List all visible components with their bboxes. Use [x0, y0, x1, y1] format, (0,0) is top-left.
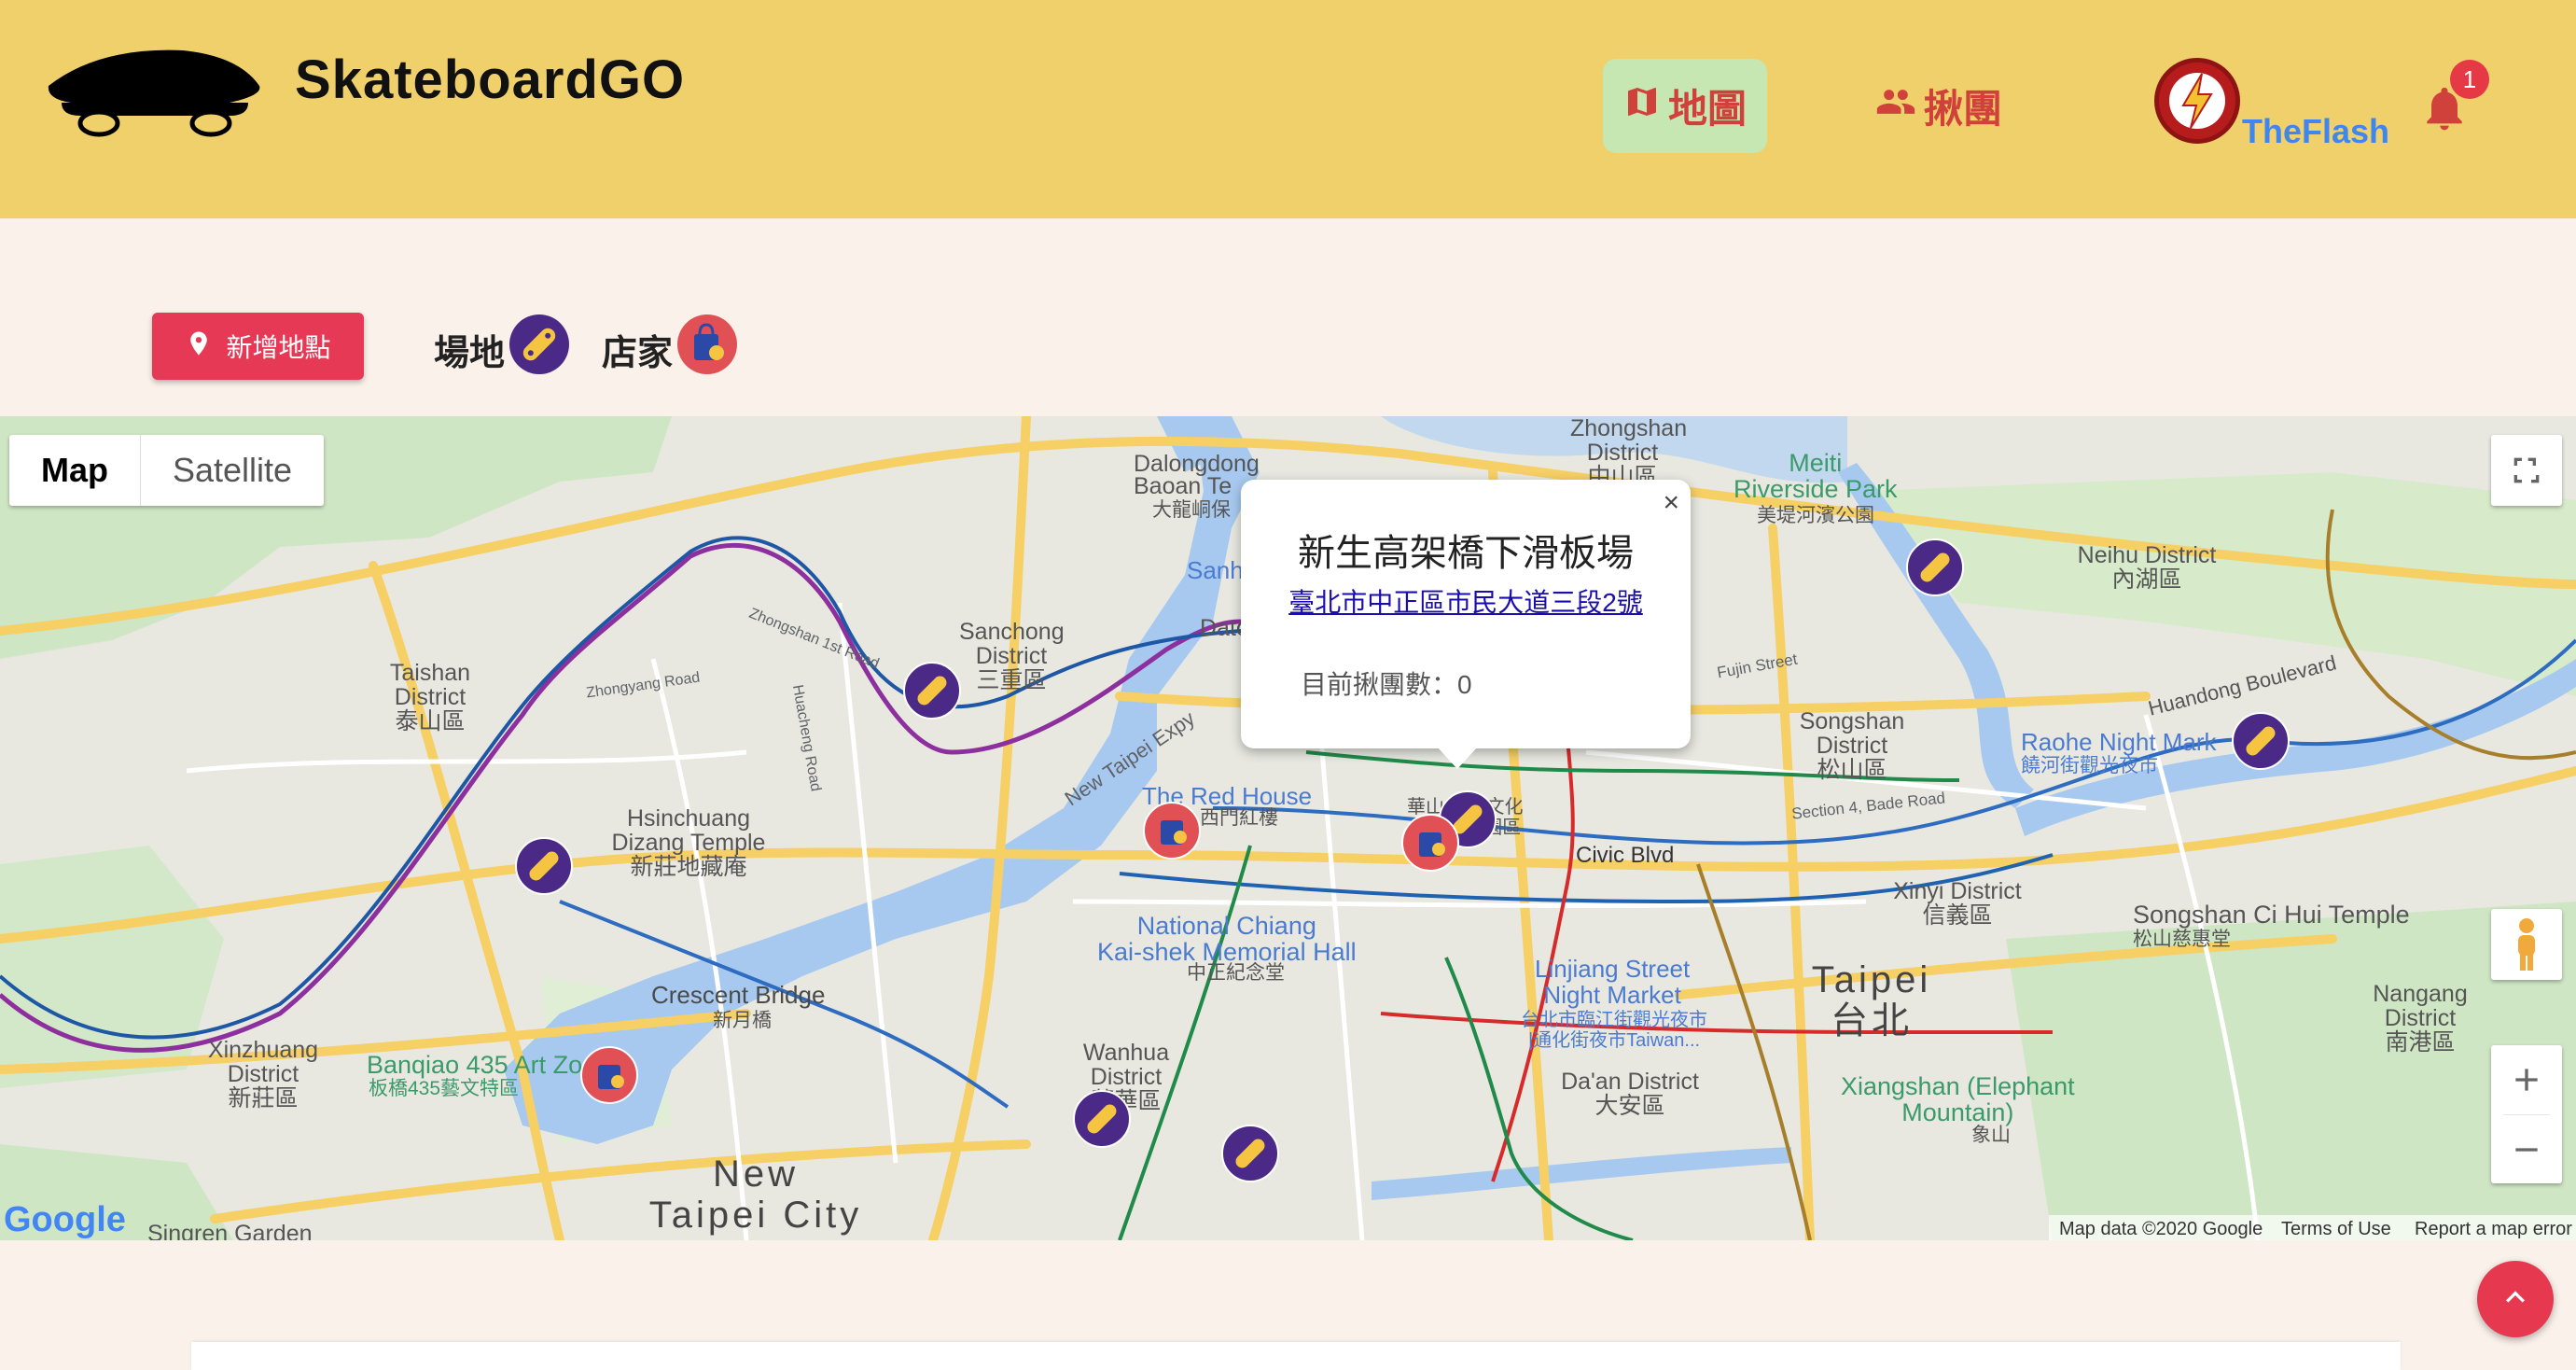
skateboard-marker-icon — [508, 314, 570, 384]
label-sanchong: Sanchong District 三重區 — [959, 619, 1065, 693]
pegman-icon[interactable] — [2491, 909, 2562, 980]
google-logo: Google — [4, 1200, 126, 1239]
label-meiti-zh: 美堤河濱公園 — [1757, 505, 1874, 526]
content-card — [191, 1342, 2401, 1370]
people-icon — [1875, 81, 1916, 132]
zoom-out-icon[interactable] — [2508, 1115, 2545, 1183]
label-taipei: Taipei 台北 — [1811, 959, 1932, 1041]
label-banqiao: Banqiao 435 Art Zo — [367, 1051, 583, 1079]
label-banqiao-zh: 板橋435藝文特區 — [369, 1078, 520, 1099]
popup-title: 新生高架橋下滑板場 — [1298, 533, 1634, 574]
label-dalongdong-zh: 大龍峒保 — [1152, 499, 1231, 521]
popup-address-link[interactable]: 臺北市中正區市民大道三段2號 — [1241, 582, 1691, 620]
label-meiti: Meiti Riverside Park — [1734, 449, 1898, 503]
label-linjiang-zh: 台北市臨江街觀光夜市 |通化街夜市Taiwan... — [1521, 1010, 1707, 1051]
label-xiangshan: Xiangshan (Elephant Mountain) — [1841, 1072, 2075, 1126]
map-view[interactable]: Dalongdong Baoan Te 大龍峒保 Sanchong Distri… — [0, 416, 2576, 1240]
nav-team-label: 揪團 — [1924, 87, 2003, 131]
add-location-label: 新增地點 — [226, 333, 331, 362]
chevron-up-icon — [2497, 1279, 2534, 1321]
label-cks: National Chiang Kai-shek Memorial Hall — [1097, 912, 1357, 966]
map-footer: Google Map data ©2020 Google Terms of Us… — [0, 1193, 2576, 1240]
report-error-link[interactable]: Report a map error — [2415, 1219, 2572, 1240]
app-header: SkateboardGO 地圖 揪團 TheFlash 1 — [0, 0, 2576, 218]
brand-name[interactable]: SkateboardGO — [295, 49, 685, 111]
label-neihu: Neihu District 內湖區 — [2077, 542, 2217, 593]
skateboard-logo[interactable] — [43, 37, 267, 143]
scroll-top-button[interactable] — [2477, 1261, 2554, 1337]
zoom-control — [2491, 1045, 2562, 1183]
venue-marker[interactable] — [1221, 1125, 1279, 1182]
venue-marker[interactable] — [903, 662, 961, 720]
location-pin-icon — [185, 328, 213, 366]
label-zhongshan: Zhongshan District 中山區 — [1570, 416, 1688, 490]
label-sanh: Sanh — [1187, 556, 1244, 584]
label-red-house-zh: 西門紅樓 — [1200, 807, 1278, 829]
close-icon[interactable]: × — [1663, 487, 1679, 519]
label-songshan: Songshan District 松山區 — [1799, 708, 1905, 783]
shop-marker[interactable] — [580, 1046, 638, 1104]
legend-venue[interactable]: 場地 — [434, 314, 570, 384]
label-linjiang: Linjiang Street Night Market — [1535, 955, 1691, 1009]
terms-link[interactable]: Terms of Use — [2281, 1219, 2391, 1240]
notification-badge: 1 — [2450, 60, 2489, 99]
label-raohe: Raohe Night Mark — [2021, 728, 2217, 756]
venue-marker[interactable] — [515, 837, 573, 895]
popup-team-count: 目前揪團數：0 — [1301, 670, 1472, 699]
venue-marker[interactable] — [1906, 538, 1964, 596]
label-baoan: Baoan Te — [1134, 473, 1232, 499]
label-crescent: Crescent Bridge — [651, 981, 826, 1009]
label-xinyi: Xinyi District 信義區 — [1893, 878, 2022, 929]
label-taishan: Taishan District 泰山區 — [389, 660, 471, 734]
map-type-map[interactable]: Map — [9, 435, 140, 506]
label-songshan-ci: Songshan Ci Hui Temple — [2133, 901, 2410, 929]
add-location-button[interactable]: 新增地點 — [152, 313, 364, 380]
nav-map-button[interactable]: 地圖 — [1603, 59, 1767, 153]
shopping-bag-marker-icon — [676, 314, 738, 384]
popup-tail — [1437, 747, 1478, 769]
label-hsinchuang: Hsinchuang Dizang Temple 新莊地藏庵 — [611, 805, 766, 880]
map-icon — [1623, 83, 1661, 130]
nav-map-label: 地圖 — [1667, 87, 1747, 131]
label-daan: Da'an District 大安區 — [1561, 1069, 1699, 1119]
shop-marker[interactable] — [1143, 802, 1201, 860]
username[interactable]: TheFlash — [2242, 112, 2389, 151]
info-window: × 新生高架橋下滑板場 臺北市中正區市民大道三段2號 目前揪團數：0 — [1241, 480, 1691, 748]
label-civic: Civic Blvd — [1576, 843, 1675, 868]
label-xinzhuang: Xinzhuang District 新莊區 — [207, 1037, 319, 1111]
legend-shop[interactable]: 店家 — [602, 314, 738, 384]
legend-shop-label: 店家 — [602, 333, 674, 373]
legend-venue-label: 場地 — [434, 333, 506, 373]
label-crescent-zh: 新月橋 — [713, 1010, 772, 1031]
label-xiangshan-zh: 象山 — [1971, 1125, 2011, 1146]
shop-marker[interactable] — [1401, 814, 1459, 872]
flash-avatar[interactable] — [2154, 58, 2240, 144]
map-data-credit: Map data ©2020 Google — [2059, 1219, 2263, 1239]
venue-marker[interactable] — [1073, 1090, 1131, 1148]
label-raohe-zh: 饒河街觀光夜市 — [2021, 755, 2158, 776]
label-songshan-ci-zh: 松山慈惠堂 — [2133, 929, 2231, 950]
map-type-satellite[interactable]: Satellite — [140, 435, 324, 506]
zoom-in-icon[interactable] — [2508, 1045, 2545, 1114]
fullscreen-icon[interactable] — [2491, 435, 2562, 506]
venue-marker[interactable] — [2232, 712, 2290, 770]
nav-team-button[interactable]: 揪團 — [1875, 59, 2002, 153]
map-type-control: Map Satellite — [9, 435, 325, 506]
label-cks-zh: 中正紀念堂 — [1187, 962, 1285, 984]
label-nangang: Nangang District 南港區 — [2373, 981, 2468, 1055]
